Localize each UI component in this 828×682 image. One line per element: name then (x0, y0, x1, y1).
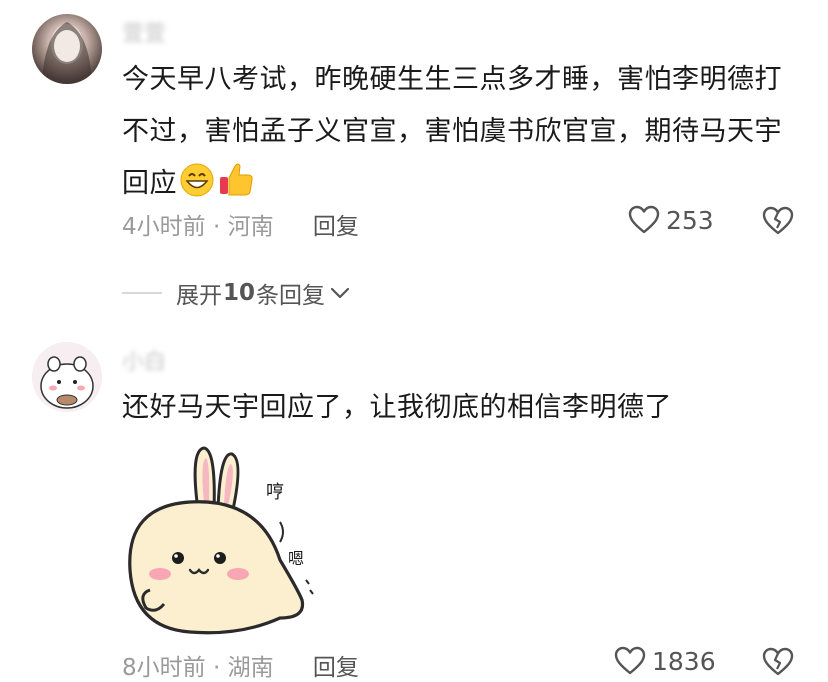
comment-username[interactable]: 小白 (122, 344, 166, 376)
comment-text: 今天早八考试，昨晚硬生生三点多才睡，害怕李明德打不过，害怕孟子义官宣，害怕虞书欣… (122, 54, 802, 216)
like-count: 253 (666, 205, 714, 235)
avatar[interactable] (32, 342, 102, 412)
avatar[interactable] (32, 14, 102, 84)
meta-separator: · (212, 214, 221, 240)
heart-outline-icon (628, 205, 660, 234)
comment-meta: 8小时前 · 湖南 回复 (122, 648, 359, 682)
chevron-down-icon (330, 287, 350, 299)
rabbit-sticker-image: 哼 嗯 (128, 446, 314, 635)
comment-location: 河南 (227, 214, 274, 240)
expand-replies-button[interactable]: 展开 10 条回复 (122, 276, 351, 310)
comment-text: 还好马天宇回应了，让我彻底的相信李明德了 (122, 392, 672, 423)
sticker-text-top: 哼 (266, 482, 284, 503)
comment-username[interactable]: 萱萱 (122, 16, 166, 48)
comment-time: 8小时前 (122, 655, 206, 681)
expand-prefix: 展开 (176, 283, 222, 309)
avatar-photo (42, 22, 92, 84)
comment-location: 湖南 (227, 655, 274, 681)
expand-suffix: 条回复 (256, 283, 326, 309)
comment-meta: 4小时前 · 河南 回复 (122, 207, 359, 241)
broken-heart-icon (762, 647, 794, 676)
dislike-button[interactable] (762, 206, 794, 240)
rabbit-sticker[interactable]: 哼 嗯 (120, 440, 330, 640)
comment-time: 4小时前 (122, 214, 206, 240)
avatar-cartoon (32, 342, 102, 412)
like-button[interactable]: 253 (628, 205, 714, 235)
broken-heart-icon (762, 206, 794, 235)
like-count: 1836 (652, 646, 716, 676)
divider-line (122, 292, 162, 294)
heart-outline-icon (614, 646, 646, 675)
meta-separator: · (212, 655, 221, 681)
sticker-text-side: 嗯 (288, 549, 304, 568)
reply-button[interactable]: 回复 (313, 655, 359, 681)
reply-button[interactable]: 回复 (313, 214, 359, 240)
reply-count: 10 (223, 280, 256, 306)
like-button[interactable]: 1836 (614, 646, 716, 676)
